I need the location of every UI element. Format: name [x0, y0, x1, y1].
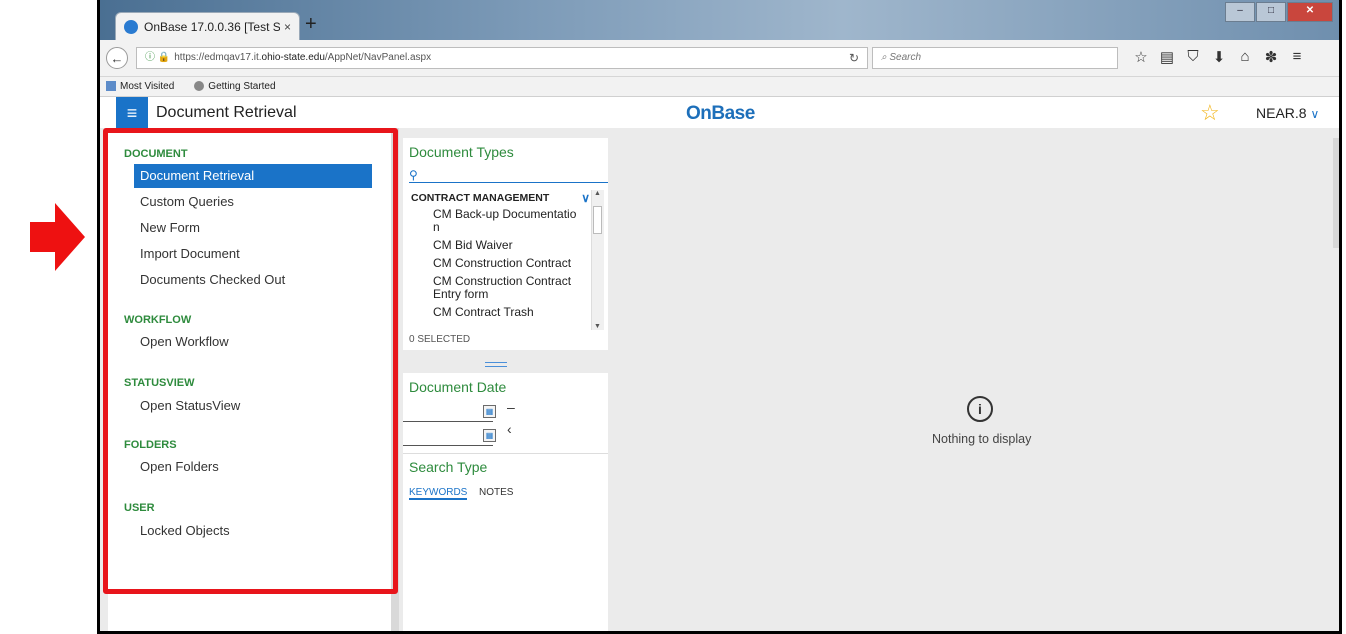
list-item[interactable]: CM Construction Contract Entry form	[409, 275, 583, 301]
scroll-thumb[interactable]	[593, 206, 602, 234]
document-types-list: CONTRACT MANAGEMENT ∨ CM Back-up Document…	[409, 188, 594, 328]
back-button[interactable]: ←	[106, 47, 128, 69]
empty-message: Nothing to display	[932, 432, 1032, 446]
user-menu[interactable]: NEAR.8 ∨	[1256, 105, 1319, 121]
date-from-field[interactable]	[403, 403, 493, 422]
reading-list-icon[interactable]: ▤	[1154, 48, 1180, 66]
document-viewer: i Nothing to display	[612, 138, 1339, 631]
hamburger-menu-button[interactable]: ≡	[116, 97, 148, 129]
app-header: ≡ Document Retrieval OnBase ☆ NEAR.8 ∨	[100, 97, 1339, 130]
close-tab-icon[interactable]: ×	[284, 20, 291, 34]
chevron-down-icon[interactable]: ∨	[581, 188, 590, 208]
firefox-icon	[194, 81, 205, 92]
maximize-button[interactable]: □	[1256, 2, 1286, 22]
lock-icon: ⓘ 🔒	[145, 52, 171, 63]
calendar-icon[interactable]: ▦	[483, 405, 496, 418]
toolbar-icons: ☆ ▤ ⛉ ⬇ ⌂ ✽ ≡	[1128, 48, 1310, 66]
bookmark-label: Getting Started	[208, 81, 276, 92]
url-prefix: https://edmqav17.it.	[174, 52, 262, 63]
reload-icon[interactable]: ↻	[840, 47, 868, 69]
search-placeholder: Search	[889, 52, 922, 63]
document-date-panel: Document Date ▦ – ▦ ‹ Search Type KEYWOR…	[403, 373, 608, 631]
nav-bar: ← ⓘ 🔒 https://edmqav17.it.ohio-state.edu/…	[100, 40, 1339, 77]
close-window-button[interactable]: ✕	[1287, 2, 1333, 22]
red-arrow-icon	[30, 203, 85, 271]
range-dash-icon: –	[507, 399, 515, 415]
bookmark-label: Most Visited	[120, 81, 175, 92]
calendar-icon[interactable]: ▦	[483, 429, 496, 442]
user-name: NEAR.8	[1256, 105, 1307, 121]
group-label: CONTRACT MANAGEMENT	[411, 192, 550, 204]
url-host: ohio-state.edu	[261, 52, 325, 63]
download-icon[interactable]: ⬇	[1206, 48, 1232, 66]
document-types-scrollbar[interactable]: ▲ ▼	[591, 190, 604, 330]
favorite-star-icon[interactable]: ☆	[1200, 100, 1220, 126]
document-types-title: Document Types	[409, 144, 514, 160]
list-item[interactable]: CM Construction Contract	[409, 257, 594, 270]
divider	[403, 453, 608, 454]
chevron-left-icon[interactable]: ‹	[507, 421, 512, 437]
url-path: /AppNet/NavPanel.aspx	[324, 52, 432, 63]
bookmarks-bar: Most Visited Getting Started	[100, 77, 1339, 97]
tab-title: OnBase 17.0.0.36 [Test System	[144, 19, 280, 34]
panel-splitter[interactable]	[485, 362, 507, 367]
search-input[interactable]: ⌕ Search	[872, 47, 1118, 69]
list-item[interactable]: CM Back-up Documentation	[409, 208, 578, 234]
bookmark-getting-started[interactable]: Getting Started	[194, 81, 285, 92]
chevron-down-icon: ∨	[1310, 107, 1320, 121]
date-to-field[interactable]	[403, 427, 493, 446]
scroll-up-icon[interactable]: ▲	[594, 190, 601, 197]
onbase-logo: OnBase	[686, 103, 755, 124]
bookmark-most-visited[interactable]: Most Visited	[106, 81, 184, 92]
minimize-button[interactable]: ‒	[1225, 2, 1255, 22]
list-item[interactable]: CM Contract Trash	[409, 306, 594, 319]
document-types-search[interactable]: ⚲	[409, 168, 608, 183]
page-title: Document Retrieval	[156, 104, 297, 121]
url-bar[interactable]: ⓘ 🔒 https://edmqav17.it.ohio-state.edu/Ap…	[136, 47, 868, 69]
new-tab-button[interactable]: +	[305, 14, 317, 34]
document-date-title: Document Date	[409, 379, 507, 395]
globe-icon	[124, 19, 138, 34]
bookmark-folder-icon	[106, 81, 116, 92]
pocket-icon[interactable]: ⛉	[1180, 48, 1206, 66]
window-controls: ‒ □ ✕	[1224, 2, 1333, 22]
scroll-down-icon[interactable]: ▼	[594, 323, 601, 330]
group-contract-management[interactable]: CONTRACT MANAGEMENT ∨	[409, 188, 594, 208]
home-icon[interactable]: ⌂	[1232, 48, 1258, 66]
info-icon: i	[967, 396, 993, 422]
document-types-panel: Document Types ⚲ CONTRACT MANAGEMENT ∨ CM…	[403, 138, 608, 350]
tab-notes[interactable]: NOTES	[479, 487, 513, 498]
bookmark-star-icon[interactable]: ☆	[1128, 48, 1154, 66]
tab-keywords[interactable]: KEYWORDS	[409, 487, 468, 500]
search-type-title: Search Type	[409, 459, 488, 475]
extension-icon[interactable]: ✽	[1258, 48, 1284, 66]
highlight-box	[103, 128, 398, 594]
viewer-scrollbar[interactable]	[1333, 138, 1339, 248]
menu-icon[interactable]: ≡	[1284, 48, 1310, 66]
tab-bar: OnBase 17.0.0.36 [Test System × + ‒ □ ✕	[100, 0, 1339, 40]
search-icon: ⚲	[409, 168, 418, 182]
selected-count: 0 SELECTED	[409, 334, 471, 345]
browser-tab[interactable]: OnBase 17.0.0.36 [Test System ×	[115, 12, 300, 40]
list-item[interactable]: CM Bid Waiver	[409, 239, 594, 252]
